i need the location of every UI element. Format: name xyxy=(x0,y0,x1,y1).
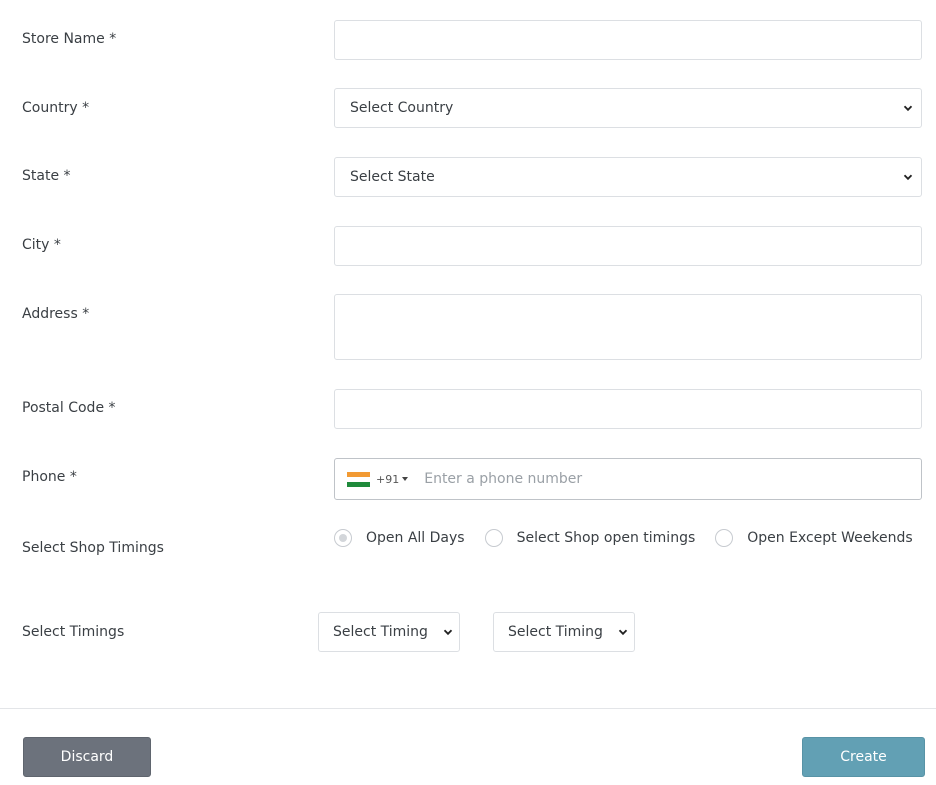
radio-select-shop-open-timings[interactable]: Select Shop open timings xyxy=(484,529,696,547)
chevron-down-icon xyxy=(903,105,913,112)
radio-open-except-weekends[interactable]: Open Except Weekends xyxy=(715,529,913,547)
radio-button[interactable] xyxy=(334,529,352,547)
store-name-input[interactable] xyxy=(334,20,922,60)
timing-to-value: Select Timing xyxy=(508,624,603,640)
radio-open-all-days[interactable]: Open All Days xyxy=(334,529,465,547)
address-textarea[interactable] xyxy=(334,294,922,360)
timing-to-select[interactable]: Select Timing xyxy=(493,612,635,652)
state-select-value: Select State xyxy=(350,169,435,185)
store-form-page: Store Name * Country * Select Country St… xyxy=(0,0,936,785)
country-label: Country * xyxy=(22,100,90,116)
shop-timings-label: Select Shop Timings xyxy=(22,540,164,556)
country-select-value: Select Country xyxy=(350,100,454,116)
timing-from-value: Select Timing xyxy=(333,624,428,640)
radio-label: Open Except Weekends xyxy=(747,530,913,546)
radio-selected-dot xyxy=(339,534,347,542)
state-select[interactable]: Select State xyxy=(334,157,922,197)
footer-divider xyxy=(0,708,936,709)
chevron-down-icon xyxy=(903,174,913,181)
radio-label: Select Shop open timings xyxy=(516,530,696,546)
chevron-down-icon xyxy=(618,629,628,636)
discard-button[interactable]: Discard xyxy=(23,737,151,777)
radio-label: Open All Days xyxy=(366,530,465,546)
shop-timings-radio-group: Open All Days Select Shop open timings O… xyxy=(334,529,913,547)
radio-button[interactable] xyxy=(484,529,503,547)
phone-label: Phone * xyxy=(22,469,77,485)
caret-down-icon xyxy=(402,477,409,481)
address-label: Address * xyxy=(22,306,90,322)
dial-code-dropdown[interactable]: +91 xyxy=(376,472,409,486)
store-name-label: Store Name * xyxy=(22,31,117,47)
chevron-down-icon xyxy=(443,629,453,636)
select-timings-label: Select Timings xyxy=(22,624,125,640)
timing-from-select[interactable]: Select Timing xyxy=(318,612,460,652)
city-label: City * xyxy=(22,237,61,253)
phone-input[interactable]: +91 Enter a phone number xyxy=(334,458,922,500)
country-select[interactable]: Select Country xyxy=(334,88,922,128)
dial-code: +91 xyxy=(376,472,400,486)
india-flag-icon[interactable] xyxy=(347,471,370,487)
phone-placeholder: Enter a phone number xyxy=(424,471,583,487)
state-label: State * xyxy=(22,168,71,184)
postal-code-input[interactable] xyxy=(334,389,922,429)
postal-code-label: Postal Code * xyxy=(22,400,116,416)
city-input[interactable] xyxy=(334,226,922,266)
create-button[interactable]: Create xyxy=(802,737,925,777)
radio-button[interactable] xyxy=(715,529,734,547)
